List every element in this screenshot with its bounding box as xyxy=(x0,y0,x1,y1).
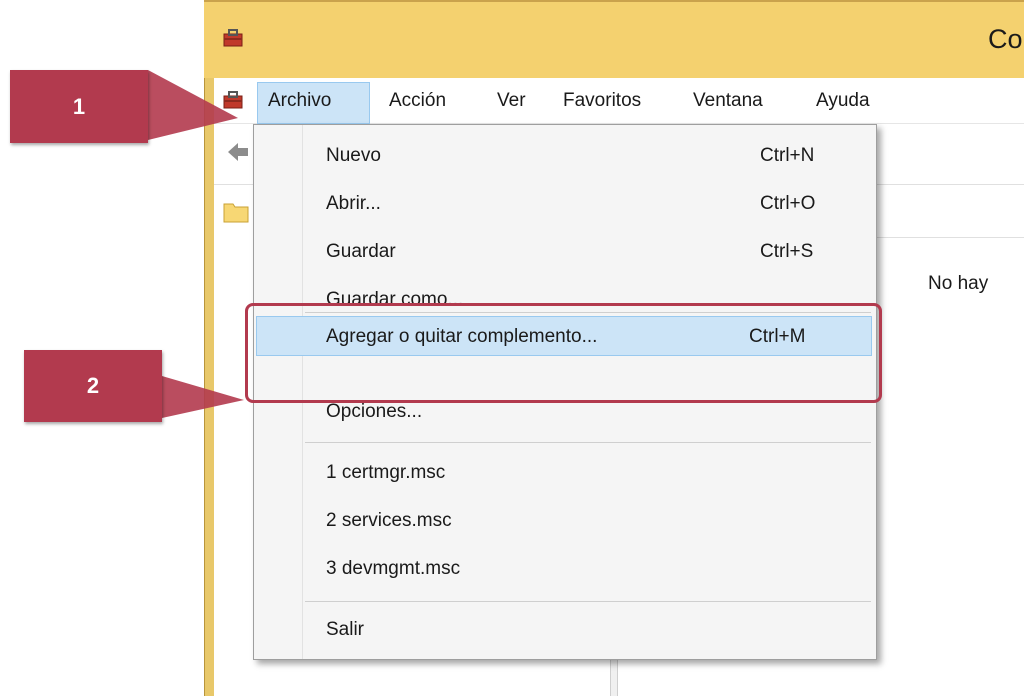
menu-ventana[interactable]: Ventana xyxy=(693,90,763,112)
menu-item-recent-3[interactable]: 3 devmgmt.msc xyxy=(326,558,460,580)
menubar-app-icon[interactable] xyxy=(222,90,244,115)
window-title: Co xyxy=(988,24,1023,54)
shortcut-guardar: Ctrl+S xyxy=(760,241,814,262)
menu-separator xyxy=(305,601,871,602)
menu-favoritos[interactable]: Favoritos xyxy=(563,90,641,112)
menu-item-abrir[interactable]: Abrir... xyxy=(326,193,381,215)
folder-icon[interactable] xyxy=(222,198,250,226)
menu-ver[interactable]: Ver xyxy=(497,90,526,112)
toolbox-icon xyxy=(223,29,243,47)
empty-results-text: No hay xyxy=(928,273,989,294)
back-arrow-icon[interactable] xyxy=(226,140,250,164)
toolbox-icon xyxy=(223,91,243,109)
menu-item-salir[interactable]: Salir xyxy=(326,619,364,641)
title-bar[interactable] xyxy=(204,0,1024,78)
shortcut-nuevo: Ctrl+N xyxy=(760,145,815,166)
menu-accion[interactable]: Acción xyxy=(389,90,446,112)
shortcut-abrir: Ctrl+O xyxy=(760,193,816,214)
menu-archivo[interactable]: Archivo xyxy=(268,90,331,112)
callout-highlight-outline xyxy=(245,303,882,403)
window-frame-left xyxy=(204,0,214,696)
menu-item-nuevo[interactable]: Nuevo xyxy=(326,145,381,167)
callout-1: 1 xyxy=(10,70,148,143)
menu-item-guardar[interactable]: Guardar xyxy=(326,241,396,263)
menu-ayuda[interactable]: Ayuda xyxy=(816,90,870,112)
menu-item-recent-2[interactable]: 2 services.msc xyxy=(326,510,452,532)
menu-separator xyxy=(305,442,871,443)
callout-2: 2 xyxy=(24,350,162,422)
app-icon[interactable] xyxy=(222,28,244,53)
menu-item-recent-1[interactable]: 1 certmgr.msc xyxy=(326,462,445,484)
menu-item-opciones[interactable]: Opciones... xyxy=(326,401,422,423)
